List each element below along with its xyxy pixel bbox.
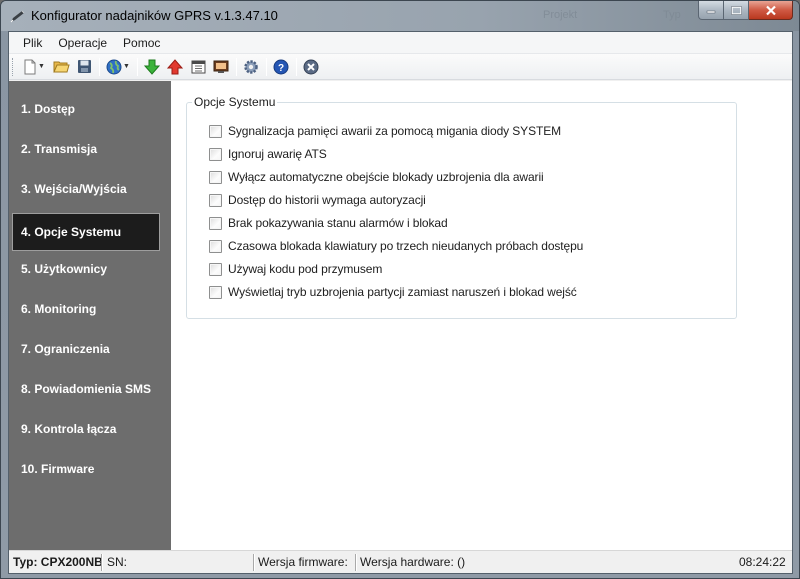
option-label: Brak pokazywania stanu alarmów i blokad — [228, 216, 448, 230]
sidebar-item-monitoring[interactable]: 6. Monitoring — [12, 290, 160, 328]
sidebar-item-firmware[interactable]: 10. Firmware — [12, 450, 160, 488]
toolbar-separator — [137, 57, 138, 76]
option-label: Używaj kodu pod przymusem — [228, 262, 383, 276]
open-button[interactable] — [50, 56, 72, 78]
status-divider — [355, 554, 357, 571]
help-button[interactable]: ? — [270, 56, 292, 78]
status-divider — [253, 554, 255, 571]
option-row[interactable]: Brak pokazywania stanu alarmów i blokad — [209, 215, 448, 231]
hardware-version: Wersja hardware: () — [360, 555, 466, 569]
group-title: Opcje Systemu — [192, 95, 278, 109]
menu-plik[interactable]: Plik — [15, 32, 50, 54]
app-pen-icon — [10, 9, 26, 23]
exit-button[interactable] — [300, 56, 322, 78]
option-row[interactable]: Dostęp do historii wymaga autoryzacji — [209, 192, 426, 208]
svg-text:?: ? — [278, 63, 284, 74]
minimize-button[interactable] — [698, 1, 724, 20]
sidebar-item-powiadomienia-sms[interactable]: 8. Powiadomienia SMS — [12, 370, 160, 408]
checkbox[interactable] — [209, 147, 222, 161]
serial-number: SN: — [107, 555, 128, 569]
checkbox[interactable] — [209, 285, 222, 299]
new-button[interactable]: ▼ — [19, 56, 49, 78]
monitor-icon — [213, 60, 229, 73]
upload-arrow-icon — [167, 58, 183, 74]
connection-button[interactable]: ▼ — [103, 56, 133, 78]
close-icon — [765, 5, 776, 15]
title-bar[interactable]: Konfigurator nadajników GPRS v.1.3.47.10… — [1, 1, 799, 31]
menu-operacje[interactable]: Operacje — [50, 32, 115, 54]
sidebar-item-uzytkownicy[interactable]: 5. Użytkownicy — [12, 250, 160, 288]
option-label: Wyłącz automatyczne obejście blokady uzb… — [228, 170, 544, 184]
calendar-button[interactable] — [187, 56, 209, 78]
checkbox[interactable] — [209, 216, 222, 230]
option-row[interactable]: Wyłącz automatyczne obejście blokady uzb… — [209, 169, 544, 185]
option-label: Czasowa blokada klawiatury po trzech nie… — [228, 239, 584, 253]
maximize-button[interactable] — [724, 1, 749, 20]
menu-pomoc[interactable]: Pomoc — [115, 32, 168, 54]
checkbox[interactable] — [209, 124, 222, 138]
download-arrow-icon — [144, 59, 160, 75]
option-row[interactable]: Używaj kodu pod przymusem — [209, 261, 382, 277]
option-row[interactable]: Wyświetlaj tryb uzbrojenia partycji zami… — [209, 284, 577, 300]
calendar-icon — [191, 60, 205, 74]
settings-button[interactable] — [240, 56, 262, 78]
main-panel: Opcje Systemu Sygnalizacja pamięci awari… — [171, 81, 792, 550]
toolbar: ▼ ▼ ? — [9, 54, 792, 80]
read-button[interactable] — [141, 56, 163, 78]
app-window: Konfigurator nadajników GPRS v.1.3.47.10… — [0, 0, 800, 579]
toolbar-separator — [236, 57, 237, 76]
new-document-icon — [24, 59, 36, 74]
option-row[interactable]: Ignoruj awarię ATS — [209, 146, 327, 162]
option-row[interactable]: Sygnalizacja pamięci awarii za pomocą mi… — [209, 123, 561, 139]
device-type: Typ: CPX200NB — [13, 555, 103, 569]
checkbox[interactable] — [209, 239, 222, 253]
dropdown-arrow-icon: ▼ — [38, 63, 45, 70]
sidebar-item-ograniczenia[interactable]: 7. Ograniczenia — [12, 330, 160, 368]
maximize-icon — [730, 5, 742, 15]
settings-gear-icon — [244, 59, 258, 74]
system-options-group: Opcje Systemu Sygnalizacja pamięci awari… — [186, 95, 737, 319]
clock: 08:24:22 — [739, 555, 786, 569]
option-label: Wyświetlaj tryb uzbrojenia partycji zami… — [228, 285, 577, 299]
option-label: Sygnalizacja pamięci awarii za pomocą mi… — [228, 124, 562, 138]
option-label: Ignoruj awarię ATS — [228, 147, 327, 161]
toolbar-grip[interactable] — [12, 57, 15, 76]
monitor-button[interactable] — [210, 56, 232, 78]
client-area: Plik Operacje Pomoc ▼ ▼ ? 1. Dostęp 2. T… — [8, 31, 793, 574]
save-button[interactable] — [73, 56, 95, 78]
sidebar-nav: 1. Dostęp 2. Transmisja 3. Wejścia/Wyjśc… — [9, 81, 171, 550]
sidebar-item-dostep[interactable]: 1. Dostęp — [12, 90, 160, 128]
background-text: Typ — [663, 9, 681, 21]
option-label: Dostęp do historii wymaga autoryzacji — [228, 193, 426, 207]
close-button[interactable] — [749, 1, 793, 20]
toolbar-separator — [296, 57, 297, 76]
status-bar: Typ: CPX200NB SN: Wersja firmware: Wersj… — [9, 550, 792, 573]
write-button[interactable] — [164, 56, 186, 78]
checkbox[interactable] — [209, 170, 222, 184]
globe-icon — [106, 59, 122, 74]
checkbox[interactable] — [209, 262, 222, 276]
exit-icon — [303, 59, 319, 74]
toolbar-separator — [266, 57, 267, 76]
firmware-version: Wersja firmware: — [258, 555, 348, 569]
sidebar-item-wejscia-wyjscia[interactable]: 3. Wejścia/Wyjścia — [12, 170, 160, 208]
help-icon: ? — [273, 59, 289, 74]
sidebar-item-kontrola-lacza[interactable]: 9. Kontrola łącza — [12, 410, 160, 448]
open-folder-icon — [52, 61, 70, 73]
save-icon — [77, 60, 91, 73]
window-title: Konfigurator nadajników GPRS v.1.3.47.10 — [31, 8, 278, 23]
checkbox[interactable] — [209, 193, 222, 207]
sidebar-item-opcje-systemu[interactable]: 4. Opcje Systemu — [12, 213, 160, 251]
status-divider — [101, 554, 103, 571]
background-text: Projekt — [543, 9, 578, 21]
dropdown-arrow-icon: ▼ — [123, 63, 130, 70]
option-row[interactable]: Czasowa blokada klawiatury po trzech nie… — [209, 238, 583, 254]
menu-bar: Plik Operacje Pomoc — [9, 32, 792, 54]
minimize-icon — [706, 10, 716, 14]
toolbar-separator — [99, 57, 100, 76]
sidebar-item-transmisja[interactable]: 2. Transmisja — [12, 130, 160, 168]
